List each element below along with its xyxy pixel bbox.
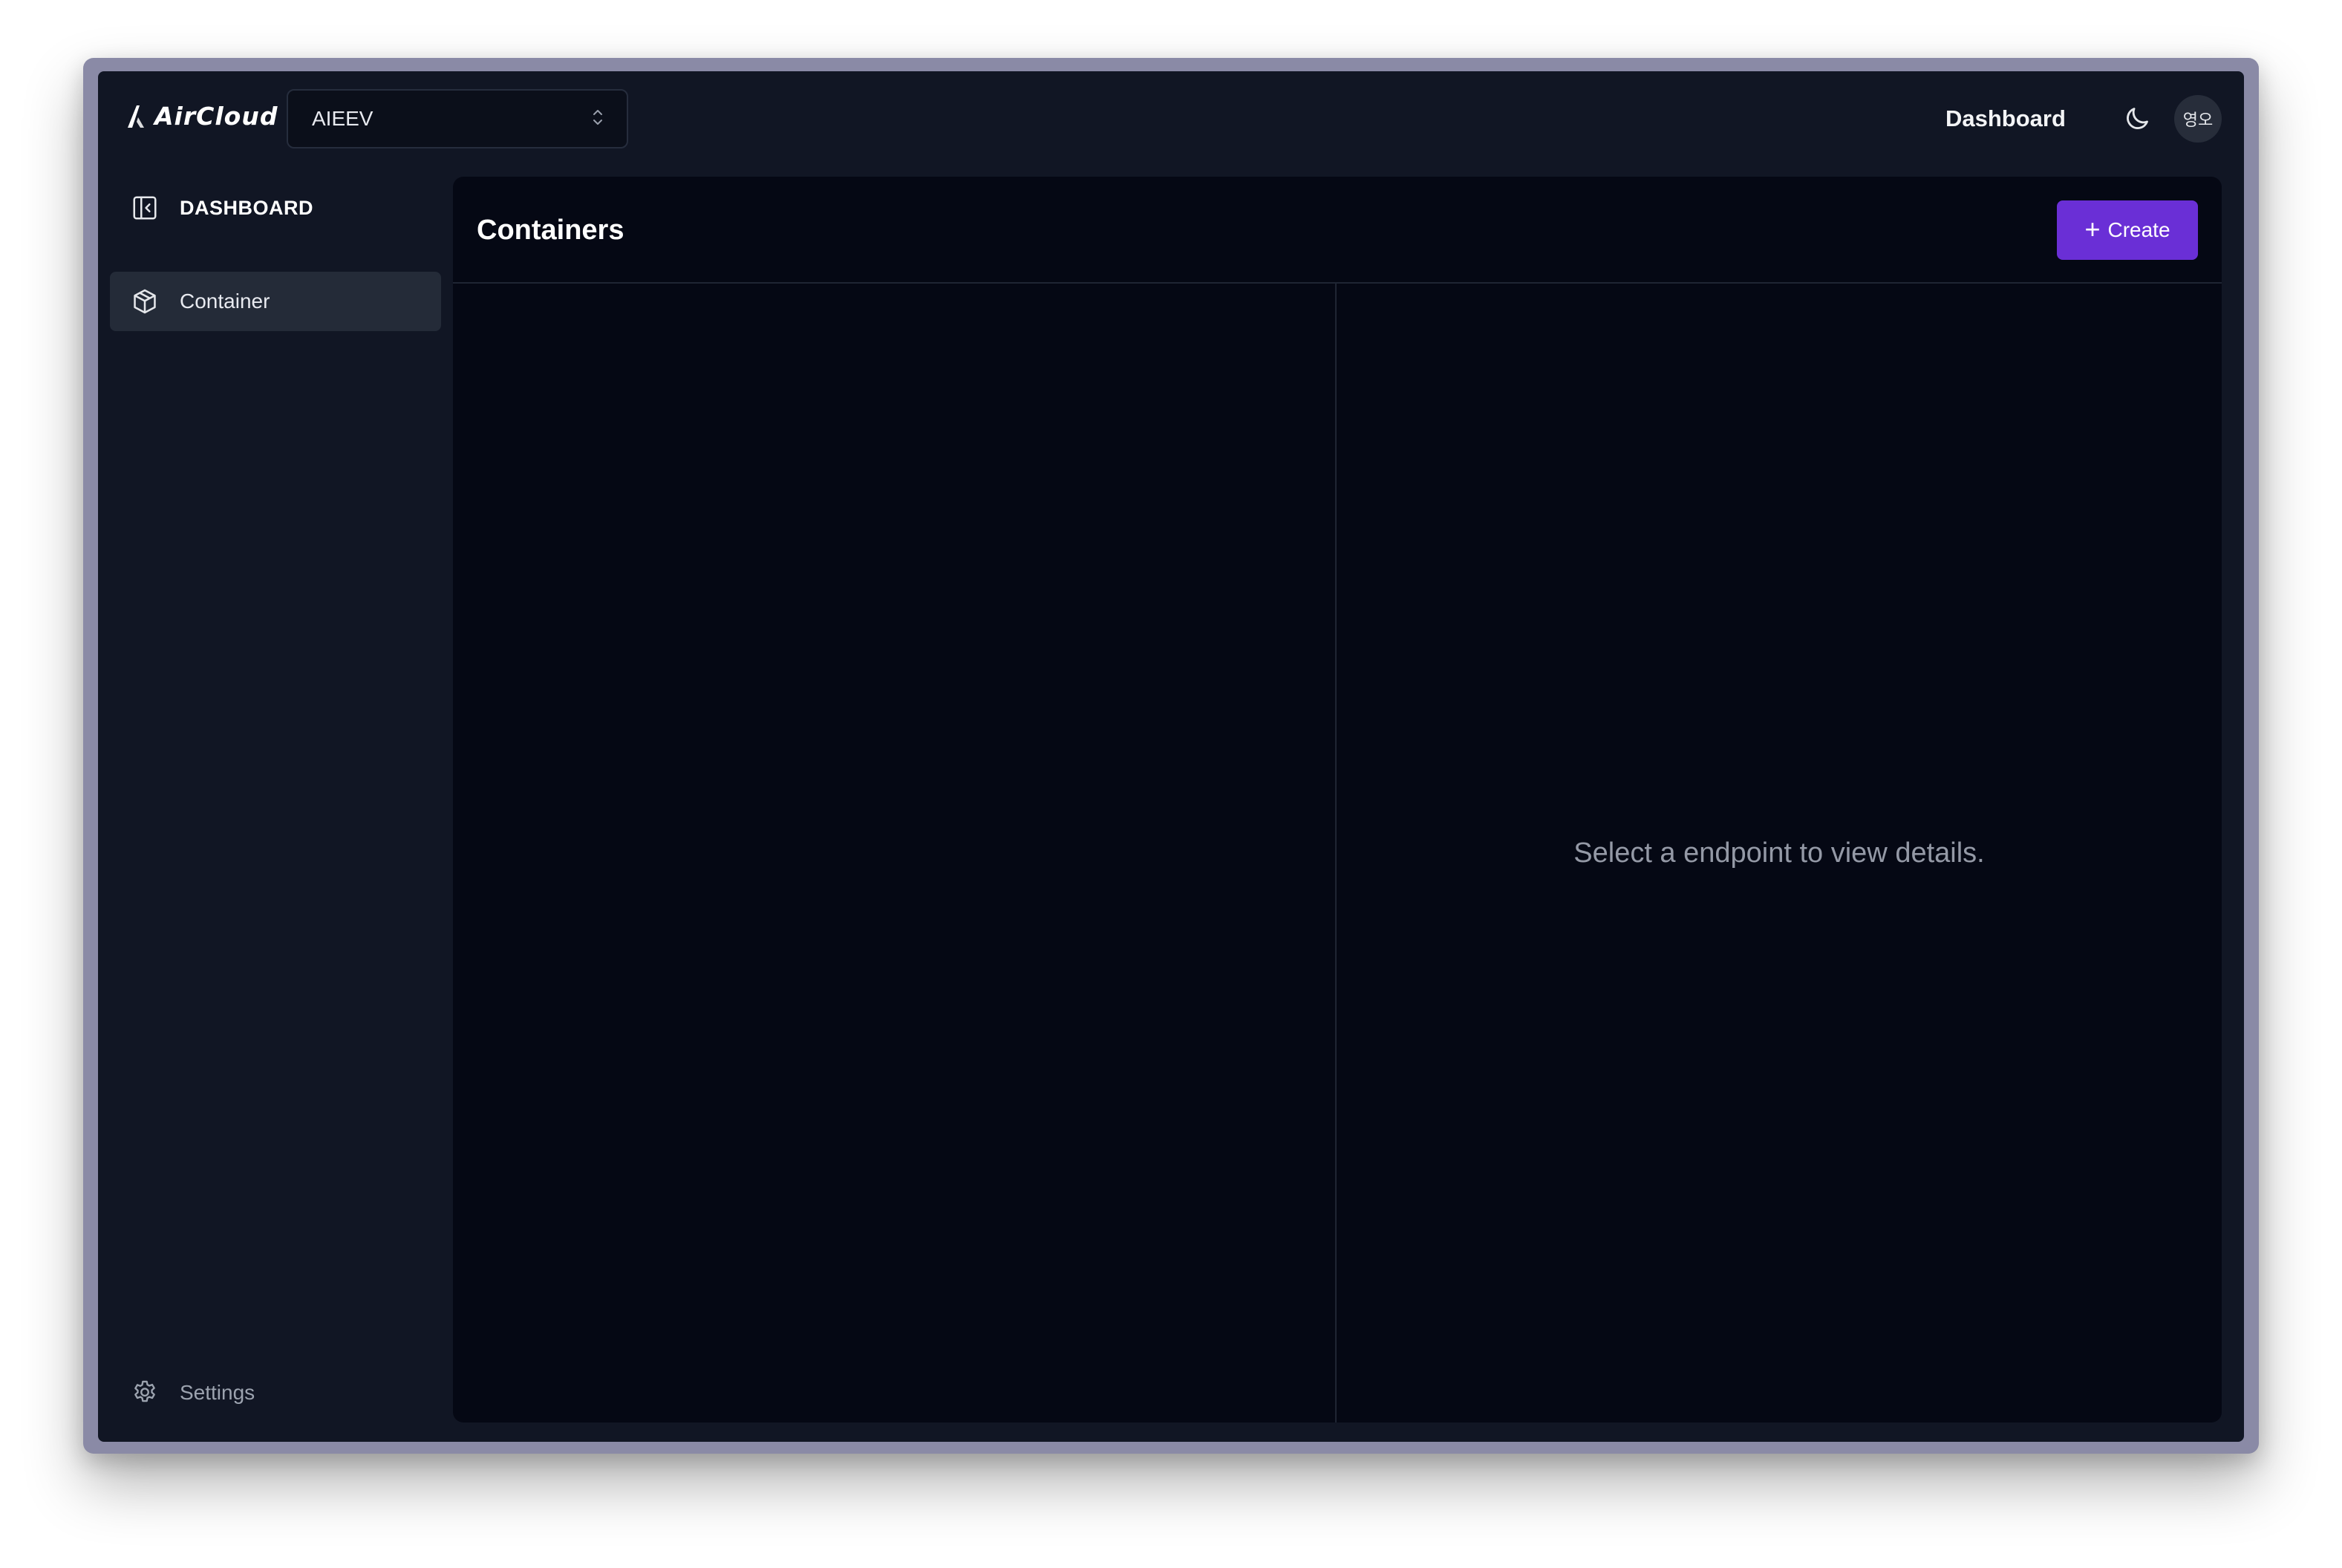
dashboard-link[interactable]: Dashboard — [1945, 101, 2066, 137]
container-list — [453, 284, 1335, 1422]
chevron-up-down-icon — [591, 108, 604, 131]
containers-panel: Containers + Create Select a endpoint to… — [453, 177, 2222, 1422]
organization-select[interactable]: AIEEV — [287, 89, 628, 148]
moon-icon — [2127, 108, 2148, 129]
sidebar-item-container[interactable]: Container — [110, 272, 441, 331]
aircloud-logo-icon — [128, 105, 144, 128]
logo-text: AirCloud — [154, 101, 278, 131]
sidebar-item-settings[interactable]: Settings — [131, 1375, 255, 1411]
create-button-label: Create — [2107, 218, 2170, 241]
sidebar-toggle[interactable]: DASHBOARD — [131, 190, 313, 226]
box-icon — [134, 289, 156, 314]
theme-toggle-button[interactable] — [2118, 99, 2156, 138]
sidebar-collapse-icon — [133, 196, 157, 220]
sidebar-settings-label: Settings — [180, 1381, 255, 1404]
sidebar-heading: DASHBOARD — [180, 196, 313, 219]
app-window: AirCloud AIEEV Dashboard 영오 DASHBOARD Co… — [98, 71, 2244, 1442]
app-logo[interactable]: AirCloud — [125, 101, 278, 131]
page-title: Containers — [477, 214, 624, 246]
user-avatar[interactable]: 영오 — [2174, 95, 2222, 143]
create-button[interactable]: + Create — [2057, 200, 2198, 260]
detail-pane: Select a endpoint to view details. — [1337, 284, 2222, 1422]
sidebar-item-label: Container — [180, 290, 270, 313]
plus-icon: + — [2084, 213, 2101, 244]
gear-icon — [134, 1380, 155, 1402]
empty-state-message: Select a endpoint to view details. — [1573, 837, 1985, 869]
organization-select-value: AIEEV — [312, 107, 374, 130]
